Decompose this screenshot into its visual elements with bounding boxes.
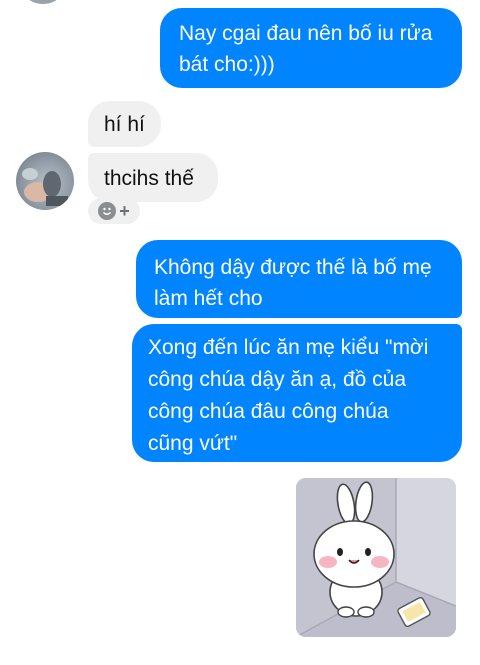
message-bubble-outgoing[interactable]: Không dậy được thế là bố mẹ làm hết cho: [136, 240, 462, 318]
plus-icon: +: [119, 201, 130, 221]
message-line: bát cho:))): [179, 53, 275, 76]
message-bubble-incoming[interactable]: thcihs thế: [88, 153, 218, 202]
smiley-icon: [98, 202, 117, 220]
message-line: cũng vứt": [148, 432, 238, 455]
message-line: Nay cgai đau nên bố iu rửa: [179, 22, 433, 45]
message-line: hí hí: [104, 113, 145, 136]
contact-avatar[interactable]: [16, 152, 74, 210]
message-line: Không dậy được thế là bố mẹ: [154, 256, 432, 279]
message-line: làm hết cho: [154, 287, 263, 310]
bunny-sticker[interactable]: [296, 478, 456, 637]
contact-avatar-top[interactable]: [18, 0, 68, 4]
add-reaction-button[interactable]: +: [88, 198, 140, 224]
message-bubble-outgoing[interactable]: Xong đến lúc ăn mẹ kiểu "mời công chúa d…: [132, 324, 462, 462]
message-line: thcihs thế: [104, 167, 194, 190]
message-bubble-outgoing[interactable]: Nay cgai đau nên bố iu rửa bát cho:))): [160, 8, 462, 88]
message-line: công chúa đâu công chúa: [148, 400, 389, 423]
message-line: công chúa dậy ăn ạ, đồ của: [148, 368, 407, 391]
message-bubble-incoming[interactable]: hí hí: [88, 101, 161, 147]
message-line: Xong đến lúc ăn mẹ kiểu "mời: [148, 336, 429, 359]
